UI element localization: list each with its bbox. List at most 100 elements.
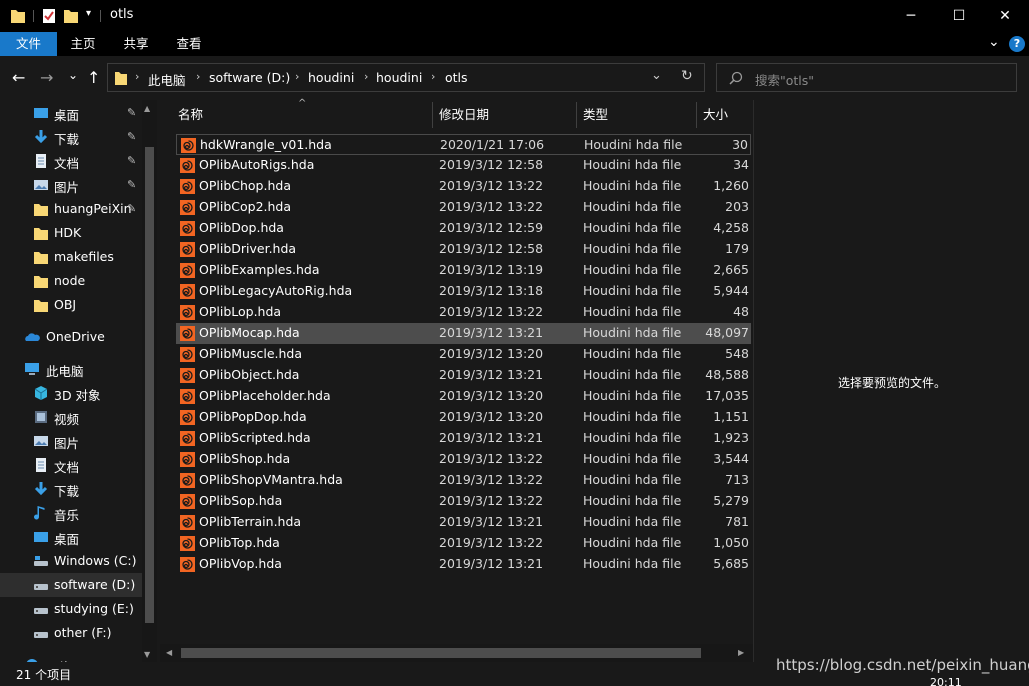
search-input[interactable]: 搜索"otls" <box>716 63 1017 92</box>
file-row[interactable]: OPlibTop.hda 2019/3/12 13:22 Houdini hda f… <box>176 533 751 554</box>
column-header-size[interactable]: 大小 <box>703 100 751 130</box>
file-row[interactable]: OPlibDop.hda 2019/3/12 12:59 Houdini hda f… <box>176 218 751 239</box>
file-row[interactable]: OPlibVop.hda 2019/3/12 13:21 Houdini hda f… <box>176 554 751 575</box>
column-header-date[interactable]: 修改日期 <box>439 100 577 130</box>
file-row[interactable]: OPlibPopDop.hda 2019/3/12 13:20 Houdini hd… <box>176 407 751 428</box>
refresh-icon[interactable]: ↻ <box>681 68 693 84</box>
nav-item-makefiles[interactable]: makefiles <box>0 245 142 269</box>
file-row[interactable]: OPlibCop2.hda 2019/3/12 13:22 Houdini hda … <box>176 197 751 218</box>
customize-quick-access-icon[interactable]: ▾ <box>86 8 91 26</box>
ribbon-collapse-icon[interactable]: ⌄ <box>988 34 1000 50</box>
scroll-down-icon[interactable]: ▼ <box>144 650 150 659</box>
nav-item-hdk[interactable]: HDK <box>0 221 142 245</box>
file-row[interactable]: OPlibObject.hda 2019/3/12 13:21 Houdini hd… <box>176 365 751 386</box>
file-row[interactable]: OPlibMocap.hda 2019/3/12 13:21 Houdini hda… <box>176 323 751 344</box>
tab-home[interactable]: 主页 <box>57 32 109 56</box>
nav-item-downloads[interactable]: 下载 ✎ <box>0 125 142 149</box>
new-folder-icon[interactable] <box>63 7 79 25</box>
file-row[interactable]: OPlibLegacyAutoRig.hda 2019/3/12 13:18 Hou… <box>176 281 751 302</box>
nav-item-onedrive[interactable]: OneDrive <box>0 325 142 349</box>
file-type: Houdini hda file <box>583 178 682 193</box>
maximize-icon: ☐ <box>952 8 966 24</box>
nav-item-pictures-pc[interactable]: 图片 <box>0 429 142 453</box>
file-type: Houdini hda file <box>583 430 682 445</box>
close-button[interactable]: ✕ <box>982 0 1028 32</box>
file-type: Houdini hda file <box>583 472 682 487</box>
file-row[interactable]: OPlibMuscle.hda 2019/3/12 13:20 Houdini hd… <box>176 344 751 365</box>
nav-item-documents[interactable]: 文档 ✎ <box>0 149 142 173</box>
file-row[interactable]: OPlibShop.hda 2019/3/12 13:22 Houdini hda … <box>176 449 751 470</box>
back-icon[interactable]: ← <box>12 68 25 87</box>
nav-item-videos[interactable]: 视频 <box>0 405 142 429</box>
nav-item-huangpeixin[interactable]: huangPeiXin ✎ <box>0 197 142 221</box>
file-row[interactable]: OPlibAutoRigs.hda 2019/3/12 12:58 Houdini … <box>176 155 751 176</box>
breadcrumb-item[interactable]: otls <box>445 70 468 85</box>
file-row[interactable]: OPlibChop.hda 2019/3/12 13:22 Houdini hda … <box>176 176 751 197</box>
breadcrumb-item[interactable]: houdini <box>376 70 422 85</box>
video-icon <box>35 411 47 423</box>
file-row[interactable]: OPlibDriver.hda 2019/3/12 12:58 Houdini hd… <box>176 239 751 260</box>
scroll-right-icon[interactable]: ▶ <box>738 648 744 657</box>
nav-item-label: OneDrive <box>46 329 105 344</box>
breadcrumb-item[interactable]: houdini <box>308 70 354 85</box>
tab-file[interactable]: 文件 <box>0 32 57 56</box>
address-bar[interactable]: › 此电脑 › software (D:) › houdini › houdin… <box>107 63 705 92</box>
houdini-file-icon <box>180 242 195 257</box>
column-header-type[interactable]: 类型 <box>583 100 697 130</box>
minimize-button[interactable]: ─ <box>888 0 934 32</box>
address-dropdown-icon[interactable]: ⌄ <box>651 68 662 83</box>
tab-view[interactable]: 查看 <box>162 32 216 56</box>
file-row[interactable]: OPlibSop.hda 2019/3/12 13:22 Houdini hda f… <box>176 491 751 512</box>
scroll-up-icon[interactable]: ▲ <box>144 104 150 113</box>
document-icon <box>36 458 46 472</box>
breadcrumb-item[interactable]: software (D:) <box>209 70 290 85</box>
column-divider[interactable] <box>576 102 577 128</box>
file-size: 1,260 <box>713 178 749 193</box>
file-size: 1,050 <box>713 535 749 550</box>
file-size: 5,944 <box>713 283 749 298</box>
nav-item-this-pc[interactable]: 此电脑 <box>0 357 142 381</box>
nav-scrollbar-thumb[interactable] <box>145 147 154 623</box>
houdini-file-icon <box>180 473 195 488</box>
nav-item-drive-e[interactable]: studying (E:) <box>0 597 142 621</box>
nav-item-network[interactable]: 网络 <box>0 653 142 662</box>
breadcrumb-item[interactable]: 此电脑 <box>148 70 186 89</box>
nav-item-documents-pc[interactable]: 文档 <box>0 453 142 477</box>
scroll-left-icon[interactable]: ◀ <box>166 648 172 657</box>
nav-item-downloads-pc[interactable]: 下载 <box>0 477 142 501</box>
nav-item-desktop[interactable]: 桌面 ✎ <box>0 101 142 125</box>
help-icon[interactable]: ? <box>1009 36 1025 52</box>
file-row[interactable]: OPlibLop.hda 2019/3/12 13:22 Houdini hda f… <box>176 302 751 323</box>
nav-item-3d-objects[interactable]: 3D 对象 <box>0 381 142 405</box>
nav-item-drive-f[interactable]: other (F:) <box>0 621 142 645</box>
file-date: 2019/3/12 12:59 <box>439 220 544 235</box>
column-header-name[interactable]: 名称 <box>178 100 432 130</box>
file-row[interactable]: hdkWrangle_v01.hda 2020/1/21 17:06 Houdini… <box>176 134 751 155</box>
houdini-file-icon <box>180 200 195 215</box>
recent-locations-icon[interactable]: ⌄ <box>68 68 78 82</box>
maximize-button[interactable]: ☐ <box>936 0 982 32</box>
forward-icon[interactable]: → <box>40 68 53 87</box>
file-row[interactable]: OPlibScripted.hda 2019/3/12 13:21 Houdini … <box>176 428 751 449</box>
properties-icon[interactable] <box>41 7 57 25</box>
file-date: 2019/3/12 13:22 <box>439 178 544 193</box>
file-date: 2019/3/12 13:20 <box>439 388 544 403</box>
file-row[interactable]: OPlibExamples.hda 2019/3/12 13:19 Houdini … <box>176 260 751 281</box>
column-divider[interactable] <box>696 102 697 128</box>
nav-item-pictures[interactable]: 图片 ✎ <box>0 173 142 197</box>
column-divider[interactable] <box>432 102 433 128</box>
nav-item-music[interactable]: 音乐 <box>0 501 142 525</box>
file-row[interactable]: OPlibTerrain.hda 2019/3/12 13:21 Houdini h… <box>176 512 751 533</box>
tab-share[interactable]: 共享 <box>110 32 162 56</box>
file-row[interactable]: OPlibPlaceholder.hda 2019/3/12 13:20 Houdi… <box>176 386 751 407</box>
nav-item-drive-c[interactable]: Windows (C:) <box>0 549 142 573</box>
nav-item-drive-d[interactable]: software (D:) <box>0 573 142 597</box>
nav-item-desktop-pc[interactable]: 桌面 <box>0 525 142 549</box>
horizontal-scrollbar-thumb[interactable] <box>181 648 701 658</box>
up-icon[interactable]: ↑ <box>87 68 100 87</box>
nav-item-obj[interactable]: OBJ <box>0 293 142 317</box>
nav-item-label: 文档 <box>54 156 80 171</box>
file-row[interactable]: OPlibShopVMantra.hda 2019/3/12 13:22 Houdi… <box>176 470 751 491</box>
houdini-file-icon <box>180 284 195 299</box>
nav-item-node[interactable]: node <box>0 269 142 293</box>
